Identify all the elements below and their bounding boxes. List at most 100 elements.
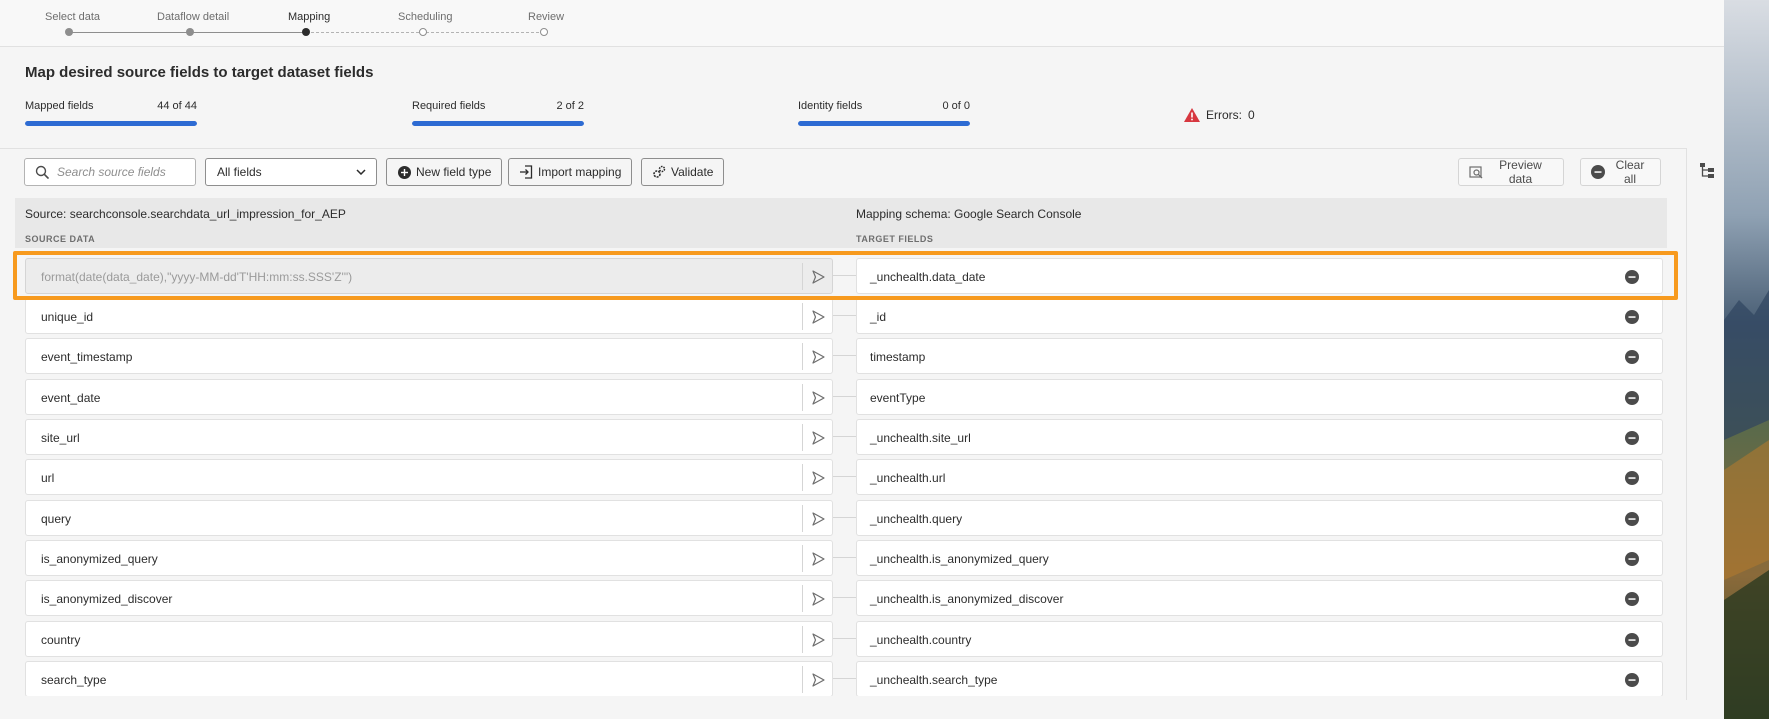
background-photo xyxy=(1724,0,1769,719)
step-mapping[interactable]: Mapping xyxy=(288,11,330,23)
source-field[interactable]: format(date(data_date),"yyyy-MM-dd'T'HH:… xyxy=(25,258,833,294)
target-field[interactable]: _unchealth.search_type xyxy=(856,661,1663,696)
mapping-panel: Source: searchconsole.searchdata_url_imp… xyxy=(15,198,1667,696)
target-field-label: _unchealth.search_type xyxy=(870,673,998,687)
remove-mapping-icon[interactable] xyxy=(1625,673,1639,687)
source-column-label: SOURCE DATA xyxy=(25,234,96,244)
step-dot-select-data xyxy=(65,28,73,36)
meter-label: Identity fields xyxy=(798,100,863,112)
target-field[interactable]: _unchealth.data_date xyxy=(856,258,1663,294)
meter-fill xyxy=(798,121,970,126)
remove-mapping-icon[interactable] xyxy=(1625,310,1639,324)
clear-all-button[interactable]: Clear all xyxy=(1580,158,1661,186)
remove-mapping-icon[interactable] xyxy=(1625,270,1639,284)
source-field-label: event_timestamp xyxy=(41,350,133,364)
mapping-connector xyxy=(833,638,856,639)
map-arrow-icon[interactable] xyxy=(811,552,825,566)
target-field[interactable]: _unchealth.is_anonymized_discover xyxy=(856,580,1663,616)
source-field[interactable]: unique_id xyxy=(25,298,833,334)
target-field[interactable]: _unchealth.url xyxy=(856,459,1663,495)
map-arrow-icon[interactable] xyxy=(811,471,825,485)
remove-mapping-icon[interactable] xyxy=(1625,431,1639,445)
source-field[interactable]: search_type xyxy=(25,661,833,696)
target-field[interactable]: eventType xyxy=(856,379,1663,415)
source-field[interactable]: query xyxy=(25,500,833,536)
mapping-connector xyxy=(833,597,856,598)
source-field[interactable]: event_date xyxy=(25,379,833,415)
preview-icon xyxy=(1469,165,1483,179)
clear-all-label: Clear all xyxy=(1615,158,1645,186)
map-arrow-icon[interactable] xyxy=(811,310,825,324)
source-field[interactable]: site_url xyxy=(25,419,833,455)
step-connector xyxy=(190,32,306,33)
step-dot-mapping xyxy=(302,28,310,36)
target-field[interactable]: timestamp xyxy=(856,338,1663,374)
source-field-label: country xyxy=(41,633,81,647)
meter-fill xyxy=(25,121,197,126)
source-field[interactable]: event_timestamp xyxy=(25,338,833,374)
source-field[interactable]: country xyxy=(25,621,833,657)
search-source-fields[interactable] xyxy=(24,158,196,186)
preview-data-button[interactable]: Preview data xyxy=(1458,158,1564,186)
validate-button[interactable]: Validate xyxy=(641,158,725,186)
remove-mapping-icon[interactable] xyxy=(1625,391,1639,405)
step-dot-review xyxy=(540,28,548,36)
map-arrow-icon[interactable] xyxy=(811,633,825,647)
mapping-row: event_date eventType xyxy=(15,379,1667,415)
source-field[interactable]: url xyxy=(25,459,833,495)
map-arrow-icon[interactable] xyxy=(811,350,825,364)
new-field-type-label: New field type xyxy=(416,165,492,179)
source-field[interactable]: is_anonymized_discover xyxy=(25,580,833,616)
remove-circle-icon xyxy=(1591,165,1605,179)
mapping-connector xyxy=(833,476,856,477)
step-dot-scheduling xyxy=(419,28,427,36)
source-field[interactable]: is_anonymized_query xyxy=(25,540,833,576)
new-field-type-button[interactable]: New field type xyxy=(386,158,503,186)
map-arrow-icon[interactable] xyxy=(811,512,825,526)
remove-mapping-icon[interactable] xyxy=(1625,350,1639,364)
step-review[interactable]: Review xyxy=(528,11,564,23)
import-mapping-label: Import mapping xyxy=(538,165,622,179)
target-field[interactable]: _id xyxy=(856,298,1663,334)
target-field[interactable]: _unchealth.query xyxy=(856,500,1663,536)
mapping-row: country _unchealth.country xyxy=(15,621,1667,657)
remove-mapping-icon[interactable] xyxy=(1625,633,1639,647)
remove-mapping-icon[interactable] xyxy=(1625,592,1639,606)
meter-value: 44 of 44 xyxy=(157,100,197,112)
schema-tree-icon[interactable] xyxy=(1699,162,1715,178)
import-mapping-button[interactable]: Import mapping xyxy=(508,158,633,186)
map-arrow-icon[interactable] xyxy=(811,673,825,687)
step-dataflow-detail[interactable]: Dataflow detail xyxy=(157,11,229,23)
progress-stepper: Select data Dataflow detail Mapping Sche… xyxy=(0,0,1724,47)
source-title: Source: searchconsole.searchdata_url_imp… xyxy=(25,207,346,221)
target-field-label: _id xyxy=(870,310,887,324)
map-arrow-icon[interactable] xyxy=(811,270,825,284)
source-field-label: site_url xyxy=(41,431,80,445)
map-arrow-icon[interactable] xyxy=(811,592,825,606)
source-field-label: is_anonymized_discover xyxy=(41,592,173,606)
target-field[interactable]: _unchealth.country xyxy=(856,621,1663,657)
field-filter-dropdown[interactable]: All fields xyxy=(205,158,377,186)
search-icon xyxy=(35,165,49,179)
import-icon xyxy=(519,165,533,179)
map-arrow-icon[interactable] xyxy=(811,431,825,445)
remove-mapping-icon[interactable] xyxy=(1625,471,1639,485)
map-arrow-icon[interactable] xyxy=(811,391,825,405)
remove-mapping-icon[interactable] xyxy=(1625,512,1639,526)
target-field[interactable]: _unchealth.site_url xyxy=(856,419,1663,455)
meter-track xyxy=(412,121,584,126)
mapping-row: url _unchealth.url xyxy=(15,459,1667,495)
mapping-connector xyxy=(833,396,856,397)
target-field-label: _unchealth.is_anonymized_discover xyxy=(870,592,1064,606)
errors-label: Errors: xyxy=(1206,108,1242,122)
page-title: Map desired source fields to target data… xyxy=(25,64,374,81)
step-select-data[interactable]: Select data xyxy=(45,11,100,23)
step-scheduling[interactable]: Scheduling xyxy=(398,11,452,23)
validate-gears-icon xyxy=(652,165,666,179)
remove-mapping-icon[interactable] xyxy=(1625,552,1639,566)
meter-fill xyxy=(412,121,584,126)
step-connector xyxy=(69,32,190,33)
search-input[interactable] xyxy=(57,165,187,179)
target-field[interactable]: _unchealth.is_anonymized_query xyxy=(856,540,1663,576)
source-field-label: url xyxy=(41,471,55,485)
